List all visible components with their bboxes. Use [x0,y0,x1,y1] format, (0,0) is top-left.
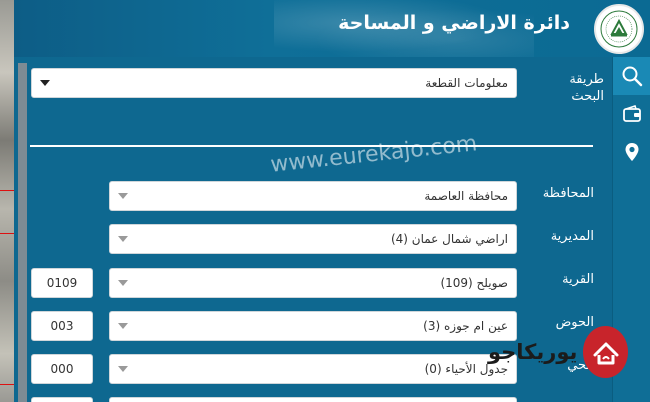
map-parcel-line [0,190,14,191]
village-label: القرية [562,272,594,287]
chevron-down-icon [40,80,50,86]
location-pin-icon [625,143,639,161]
village-value: صويلح (109) [440,276,508,290]
scrollbar-thumb[interactable] [18,63,27,402]
chevron-down-icon [118,366,128,372]
location-tool-button[interactable] [613,133,650,171]
map-parcel-line [0,233,14,234]
wallet-tool-button[interactable] [613,95,650,133]
chevron-down-icon [118,323,128,329]
page-title: دائرة الاراضي و المساحة [338,12,570,34]
neighborhood-code-input[interactable]: 000 [31,354,93,384]
section-divider [30,145,593,147]
basin-select[interactable]: عين ام جوزه (3) [109,311,517,341]
department-logo [594,4,644,54]
directorate-select[interactable]: اراضي شمال عمان (4) [109,224,517,254]
logo-emblem-icon [600,10,638,48]
next-row-select[interactable] [109,397,517,402]
governorate-select[interactable]: محافظة العاصمة [109,181,517,211]
brand-badge: يوريكاجو [488,324,628,380]
directorate-label: المديرية [550,229,594,244]
search-method-label: طريقة البحث [569,72,604,104]
chevron-down-icon [118,280,128,286]
basin-code-input[interactable]: 003 [31,311,93,341]
search-tool-button[interactable] [613,57,650,95]
neighborhood-select[interactable]: جدول الأحياء (0) [109,354,517,384]
panel-scrollbar[interactable] [18,63,27,402]
map-parcel-line [0,384,14,385]
chevron-down-icon [118,193,128,199]
chevron-down-icon [118,236,128,242]
search-icon [622,66,643,87]
governorate-value: محافظة العاصمة [424,189,508,203]
wallet-icon [623,105,641,122]
next-row-code-input[interactable] [31,397,93,402]
app-header: دائرة الاراضي و المساحة [14,0,650,57]
map-strip[interactable] [0,0,14,402]
brand-logo-icon [583,326,628,378]
governorate-label: المحافظة [542,186,594,201]
search-method-select[interactable]: معلومات القطعة [31,68,517,98]
village-select[interactable]: صويلح (109) [109,268,517,298]
village-code-input[interactable]: 0109 [31,268,93,298]
brand-badge-text: يوريكاجو [488,340,578,364]
directorate-value: اراضي شمال عمان (4) [390,232,508,246]
search-method-value: معلومات القطعة [425,76,508,90]
